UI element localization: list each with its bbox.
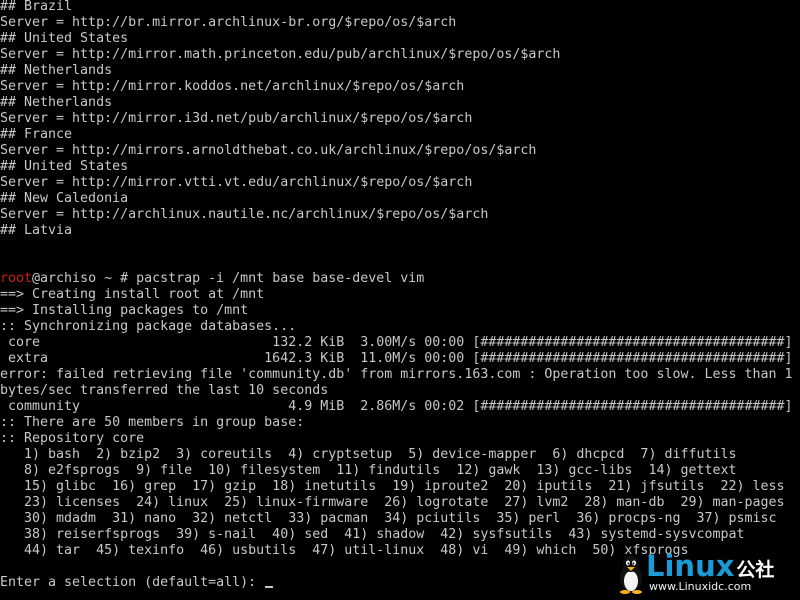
terminal-text: ## Netherlands bbox=[0, 63, 113, 78]
terminal-text: community 4.9 MiB 2.86M/s 00:02 [#######… bbox=[0, 399, 800, 414]
terminal-text: ## Brazil bbox=[0, 0, 73, 14]
terminal-line: Server = http://mirror.vtti.vt.edu/archl… bbox=[0, 175, 800, 191]
terminal-text: 44) tar 45) texinfo 46) usbutils 47) uti… bbox=[0, 543, 689, 558]
terminal-text: ## Latvia bbox=[0, 223, 73, 238]
terminal-line: Server = http://mirrors.arnoldthebat.co.… bbox=[0, 143, 800, 159]
terminal-text: 8) e2fsprogs 9) file 10) filesystem 11) … bbox=[0, 463, 737, 478]
terminal-text: Server = http://br.mirror.archlinux-br.o… bbox=[0, 15, 457, 30]
terminal-line: core 132.2 KiB 3.00M/s 00:00 [##########… bbox=[0, 335, 800, 351]
terminal-line: ## United States bbox=[0, 159, 800, 175]
terminal-text: core 132.2 KiB 3.00M/s 00:00 [##########… bbox=[0, 335, 800, 350]
terminal-line: 8) e2fsprogs 9) file 10) filesystem 11) … bbox=[0, 463, 800, 479]
terminal-line: root@archiso ~ # pacstrap -i /mnt base b… bbox=[0, 271, 800, 287]
watermark-brand-cn: 公社 bbox=[736, 559, 775, 581]
terminal-line: ## United States bbox=[0, 31, 800, 47]
terminal-line: ==> Installing packages to /mnt bbox=[0, 303, 800, 319]
terminal-screen[interactable]: ## Brazil Server = http://br.mirror.archl… bbox=[0, 0, 800, 600]
terminal-text: ## United States bbox=[0, 159, 129, 174]
terminal-text: ==> Creating install root at /mnt bbox=[0, 287, 265, 302]
watermark-brand-text: Linux bbox=[646, 549, 735, 583]
linuxidc-watermark: Linux 公社 www.Linuxidc.com bbox=[616, 550, 794, 596]
terminal-line: Server = http://mirror.koddos.net/archli… bbox=[0, 79, 800, 95]
penguin-icon bbox=[620, 556, 642, 594]
terminal-text: bytes/sec transferred the last 10 second… bbox=[0, 383, 329, 398]
terminal-line: ## Netherlands bbox=[0, 63, 800, 79]
terminal-text: Server = http://mirrors.arnoldthebat.co.… bbox=[0, 143, 537, 158]
terminal-line: ## Brazil bbox=[0, 0, 800, 15]
terminal-text: 38) reiserfsprogs 39) s-nail 40) sed 41)… bbox=[0, 527, 745, 542]
terminal-line: Server = http://archlinux.nautile.nc/arc… bbox=[0, 207, 800, 223]
terminal-text: Server = http://mirror.math.princeton.ed… bbox=[0, 47, 561, 62]
prompt-user: root bbox=[0, 271, 33, 286]
terminal-line: Server = http://mirror.i3d.net/pub/archl… bbox=[0, 111, 800, 127]
terminal-line: 15) glibc 16) grep 17) gzip 18) inetutil… bbox=[0, 479, 800, 495]
terminal-line: 38) reiserfsprogs 39) s-nail 40) sed 41)… bbox=[0, 527, 800, 543]
terminal-line: ## New Caledonia bbox=[0, 191, 800, 207]
text-cursor bbox=[265, 586, 274, 588]
terminal-line: Server = http://br.mirror.archlinux-br.o… bbox=[0, 15, 800, 31]
terminal-line: ## Netherlands bbox=[0, 95, 800, 111]
terminal-line: :: Synchronizing package databases... bbox=[0, 319, 800, 335]
terminal-line: error: failed retrieving file 'community… bbox=[0, 367, 800, 383]
terminal-text: Server = http://mirror.i3d.net/pub/archl… bbox=[0, 111, 473, 126]
terminal-text: :: Repository core bbox=[0, 431, 145, 446]
terminal-text: 1) bash 2) bzip2 3) coreutils 4) cryptse… bbox=[0, 447, 737, 462]
terminal-text: ## New Caledonia bbox=[0, 191, 129, 206]
terminal-line: 23) licenses 24) linux 25) linux-firmwar… bbox=[0, 495, 800, 511]
terminal-line: :: Repository core bbox=[0, 431, 800, 447]
terminal-text: ## United States bbox=[0, 31, 129, 46]
terminal-line: :: There are 50 members in group base: bbox=[0, 415, 800, 431]
terminal-text: extra 1642.3 KiB 11.0M/s 00:00 [########… bbox=[0, 351, 800, 366]
terminal-text: error: failed retrieving file 'community… bbox=[0, 367, 793, 382]
terminal-text: @archiso ~ # pacstrap -i /mnt base base-… bbox=[32, 271, 425, 286]
terminal-text: ## France bbox=[0, 127, 73, 142]
terminal-text: ## Netherlands bbox=[0, 95, 113, 110]
terminal-text: Server = http://mirror.koddos.net/archli… bbox=[0, 79, 465, 94]
terminal-line: bytes/sec transferred the last 10 second… bbox=[0, 383, 800, 399]
terminal-line: Server = http://mirror.math.princeton.ed… bbox=[0, 47, 800, 63]
terminal-text: 23) licenses 24) linux 25) linux-firmwar… bbox=[0, 495, 785, 510]
terminal-line: community 4.9 MiB 2.86M/s 00:02 [#######… bbox=[0, 399, 800, 415]
terminal-line: ## Latvia bbox=[0, 223, 800, 239]
terminal-text: 15) glibc 16) grep 17) gzip 18) inetutil… bbox=[0, 479, 785, 494]
terminal-text: 30) mdadm 31) nano 32) netctl 33) pacman… bbox=[0, 511, 777, 526]
watermark-url: www.Linuxidc.com bbox=[649, 580, 752, 593]
terminal-line: extra 1642.3 KiB 11.0M/s 00:00 [########… bbox=[0, 351, 800, 367]
terminal-text: Server = http://archlinux.nautile.nc/arc… bbox=[0, 207, 489, 222]
terminal-line: ==> Creating install root at /mnt bbox=[0, 287, 800, 303]
terminal-text: :: Synchronizing package databases... bbox=[0, 319, 297, 334]
terminal-text: :: There are 50 members in group base: bbox=[0, 415, 305, 430]
terminal-line: ## France bbox=[0, 127, 800, 143]
terminal-text: Server = http://mirror.vtti.vt.edu/archl… bbox=[0, 175, 473, 190]
terminal-line: 30) mdadm 31) nano 32) netctl 33) pacman… bbox=[0, 511, 800, 527]
terminal-text: Enter a selection (default=all): bbox=[0, 575, 265, 590]
terminal-text: ==> Installing packages to /mnt bbox=[0, 303, 249, 318]
terminal-line: 1) bash 2) bzip2 3) coreutils 4) cryptse… bbox=[0, 447, 800, 463]
